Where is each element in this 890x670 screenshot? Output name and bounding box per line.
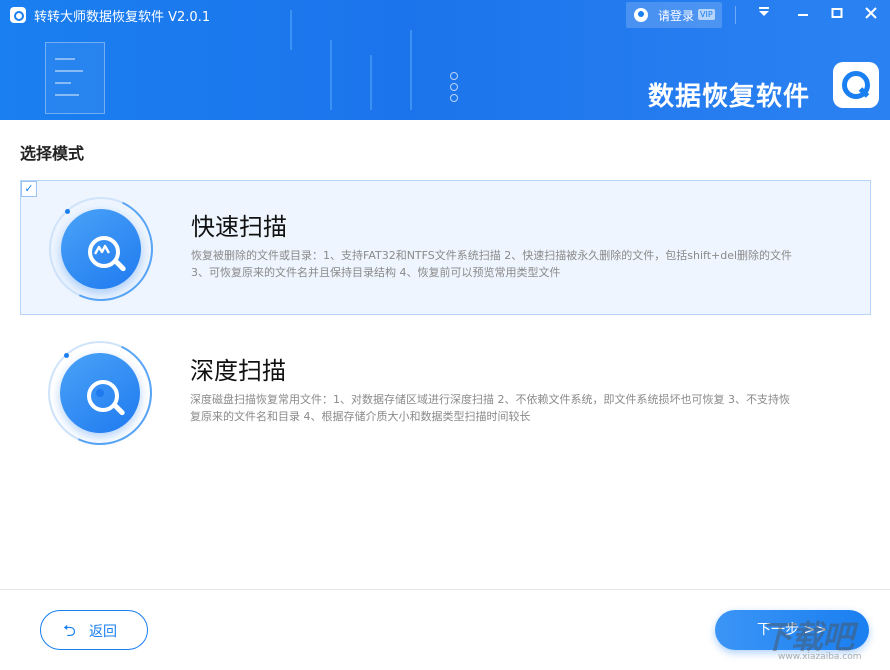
icon-disc — [60, 353, 140, 433]
close-icon — [865, 7, 877, 19]
pulse-wave-icon — [94, 244, 110, 255]
icon-dot — [64, 353, 69, 358]
vip-badge: VIP — [698, 9, 715, 20]
decorative-line — [55, 58, 75, 60]
decorative-dot — [450, 94, 458, 102]
minimize-button[interactable] — [786, 0, 820, 30]
icon-disc — [61, 209, 141, 289]
decorative-line — [290, 10, 292, 50]
decorative-line — [330, 40, 332, 110]
back-button[interactable]: ⮌ 返回 — [40, 610, 148, 650]
icon-dot — [65, 209, 70, 214]
product-logo-icon — [833, 62, 879, 108]
disk-center — [96, 389, 104, 397]
chevron-down-icon — [759, 7, 769, 16]
return-arrow-icon: ⮌ — [63, 621, 76, 640]
close-button[interactable] — [854, 0, 888, 30]
decorative-line — [55, 70, 83, 72]
decorative-dot — [450, 72, 458, 80]
decorative-line — [370, 55, 372, 110]
disk-needle — [112, 402, 126, 417]
separator — [735, 6, 736, 24]
mode-card-deep-scan[interactable]: 深度扫描 深度磁盘扫描恢复常用文件：1、对数据存储区域进行深度扫描 2、不依赖文… — [20, 325, 869, 460]
magnifier-handle — [113, 258, 127, 273]
mode-title: 深度扫描 — [190, 357, 286, 385]
quick-scan-icon — [34, 182, 168, 316]
banner-title: 数据恢复软件 — [648, 82, 811, 112]
back-label: 返回 — [89, 624, 117, 640]
decorative-line — [410, 30, 412, 110]
user-icon — [634, 8, 648, 22]
decorative-panel — [45, 42, 105, 114]
section-title: 选择模式 — [20, 144, 85, 163]
login-button[interactable]: 请登录 VIP — [626, 2, 722, 28]
maximize-button[interactable] — [820, 0, 854, 30]
app-logo-icon — [10, 7, 26, 23]
dropdown-menu-button[interactable] — [747, 0, 781, 30]
footer-divider — [0, 589, 890, 590]
minimize-icon — [798, 14, 808, 16]
decorative-line — [55, 82, 71, 84]
watermark: 下载吧 www.xiazaiba.com — [760, 612, 886, 666]
mode-title: 快速扫描 — [191, 213, 287, 241]
header-banner: 转转大师数据恢复软件 V2.0.1 请登录 VIP 数据恢复软件 — [0, 0, 890, 120]
mode-description: 恢复被删除的文件或目录：1、支持FAT32和NTFS文件系统扫描 2、快速扫描被… — [191, 249, 793, 279]
selected-checkbox[interactable]: ✓ — [21, 181, 37, 197]
deep-scan-icon — [33, 326, 167, 460]
mode-description: 深度磁盘扫描恢复常用文件：1、对数据存储区域进行深度扫描 2、不依赖文件系统，即… — [190, 393, 790, 423]
watermark-url: www.xiazaiba.com — [778, 652, 862, 662]
mode-card-quick-scan[interactable]: ✓ 快速扫描 恢复被删除的文件或目录：1、支持FAT32和NTFS文件系统扫描 … — [20, 180, 871, 316]
login-label: 请登录 — [658, 9, 695, 23]
decorative-line — [55, 94, 79, 96]
maximize-icon — [831, 8, 843, 18]
window-title: 转转大师数据恢复软件 V2.0.1 — [34, 10, 211, 25]
decorative-dot — [450, 83, 458, 91]
